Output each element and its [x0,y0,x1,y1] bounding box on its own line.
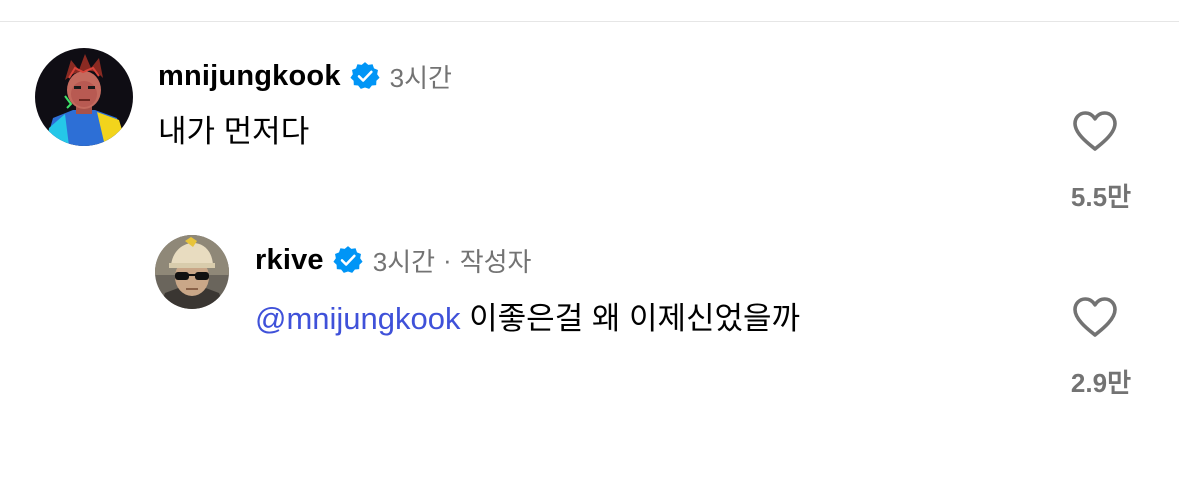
comment-header: rkive 3시간 · 작성자 [255,240,531,280]
comment-text: @mnijungkook 이좋은걸 왜 이제신었을까 [255,293,800,338]
like-count: 2.9만 [1070,368,1131,398]
mention-link[interactable]: @mnijungkook [255,301,461,336]
comment-time: 3시간 [372,246,436,277]
like-button[interactable] [1071,109,1119,153]
comment-header: mnijungkook 3시간 [158,56,452,96]
cartoon-avatar-image [35,48,133,146]
top-divider [0,21,1179,22]
username[interactable]: mnijungkook [158,60,341,93]
comment-text: 내가 먼저다 [158,114,310,149]
reply-comment: rkive 3시간 · 작성자 @mnijungkook 이좋은걸 왜 이제신었… [0,233,1179,403]
comment: mnijungkook 3시간 내가 먼저다 5.5만 [0,48,1179,218]
comment-body: 이좋은걸 왜 이제신었을까 [460,301,801,336]
meta-separator: · [443,244,452,275]
verified-badge-icon [333,245,363,275]
heart-outline-icon [1073,111,1117,151]
comment-time: 3시간 [389,62,452,93]
like-count: 5.5만 [1070,182,1131,212]
username[interactable]: rkive [255,244,324,277]
avatar[interactable] [155,235,229,309]
avatar[interactable] [35,48,133,146]
verified-badge-icon [350,61,380,91]
person-avatar-image [155,235,229,309]
author-badge: 작성자 [459,246,532,277]
like-button[interactable] [1071,295,1119,339]
heart-outline-icon [1073,297,1117,337]
